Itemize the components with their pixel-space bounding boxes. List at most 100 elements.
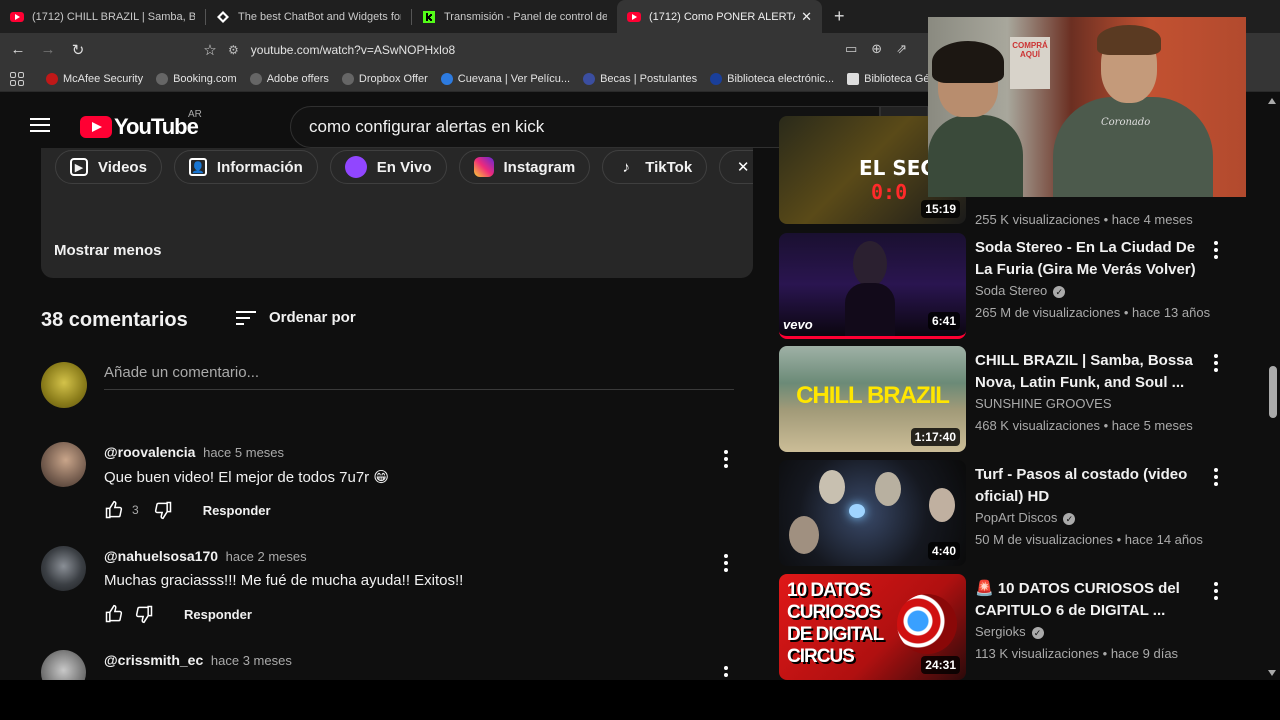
more-options-icon[interactable] [1214,354,1218,372]
more-options-icon[interactable] [1214,582,1218,600]
comment-date[interactable]: hace 3 meses [211,653,292,668]
browser-tab-1[interactable]: (1712) CHILL BRAZIL | Samba, Bossa Nova [0,0,205,33]
thumbnail-face [819,470,845,504]
more-options-icon[interactable] [1214,241,1218,259]
like-icon[interactable] [104,500,124,520]
search-query: como configurar alertas en kick [309,117,545,136]
recommended-video[interactable]: 4:40 Turf - Pasos al costado (video ofic… [779,460,1239,566]
video-stats: 468 K visualizaciones • hace 5 meses [975,418,1193,433]
back-icon[interactable]: ← [6,41,30,58]
channel-name[interactable]: PopArt Discos ✓ [975,510,1076,525]
recommended-video[interactable]: vevo 6:41 Soda Stereo - En La Ciudad De … [779,233,1239,339]
thumbnail-character [897,594,957,654]
show-less-button[interactable]: Mostrar menos [54,242,162,259]
thumbnail-text: 10 DATOS CURIOSOS DE DIGITAL CIRCUS [787,580,884,667]
bookmark-item[interactable]: Adobe offers [249,72,329,85]
bookmark-item[interactable]: Cuevana | Ver Pelícu... [440,72,570,85]
more-options-icon[interactable] [1214,468,1218,486]
globe-icon [156,72,169,85]
new-tab-icon[interactable]: + [834,6,845,27]
like-icon[interactable] [104,604,124,624]
avatar[interactable] [41,546,86,591]
video-thumbnail[interactable]: CHILL BRAZIL 1:17:40 [779,346,966,452]
video-title[interactable]: CHILL BRAZIL | Samba, Bossa Nova, Latin … [975,350,1201,394]
info-chip[interactable]: 👤 Información [173,150,318,184]
video-title[interactable]: Turf - Pasos al costado (video oficial) … [975,464,1201,508]
live-chip[interactable]: En Vivo [329,150,447,184]
omnibox-actions: ▭ ⊕ ⇗ [845,41,907,57]
bookmark-item[interactable]: Dropbox Offer [341,72,428,85]
channel-name[interactable]: Sergioks ✓ [975,624,1044,639]
video-title[interactable]: 🚨 10 DATOS CURIOSOS del CAPITULO 6 de DI… [975,578,1201,622]
avatar[interactable] [41,442,86,487]
close-tab-icon[interactable]: ✕ [801,9,812,25]
share-icon[interactable]: ⇗ [896,41,907,57]
thumbnail-figure [853,241,887,287]
dislike-icon[interactable] [134,604,154,624]
bookmark-item[interactable]: Becas | Postulantes [583,72,697,85]
video-thumbnail[interactable]: 4:40 [779,460,966,566]
reload-icon[interactable]: ↻ [66,41,90,59]
browser-tab-3[interactable]: Transmisión - Panel de control de Kick [412,0,617,33]
comment-author[interactable]: @crissmith_ec [104,652,203,668]
vevo-logo: vevo [783,317,813,332]
zoom-icon[interactable]: ⊕ [871,41,882,57]
recommended-video[interactable]: CHILL BRAZIL 1:17:40 CHILL BRAZIL | Samb… [779,346,1239,452]
thumbnail-glow [849,504,865,518]
verified-icon: ✓ [1053,285,1066,298]
scroll-down-arrow-icon[interactable] [1268,670,1276,676]
x-chip[interactable]: ✕ [719,150,753,184]
url-field[interactable]: ⚙ youtube.com/watch?v=ASwNOPHxlo8 [190,37,935,62]
apps-grid-icon[interactable] [10,71,24,86]
more-options-icon[interactable] [724,450,728,468]
sort-button[interactable]: Ordenar por [236,309,356,326]
tiktok-icon: ♪ [622,158,630,176]
like-count: 3 [132,503,139,517]
bookmark-item[interactable]: McAfee Security [46,72,143,85]
menu-icon[interactable] [30,118,50,132]
thumbnail-timer: 0:0 [871,180,908,204]
cast-icon[interactable]: ▭ [845,41,857,57]
channel-name[interactable]: SUNSHINE GROOVES [975,396,1112,411]
channel-links: ▶ Videos 👤 Información En Vivo Instagram… [55,150,753,184]
forward-icon[interactable]: → [36,41,60,58]
comment-header: @roovalencia hace 5 meses [104,444,284,460]
comment-date[interactable]: hace 2 meses [226,549,307,564]
browser-tab-2[interactable]: The best ChatBot and Widgets for Kick [206,0,411,33]
reply-button[interactable]: Responder [203,503,271,518]
tab-title: Transmisión - Panel de control de Kick [444,10,607,23]
more-options-icon[interactable] [724,666,728,680]
bookmark-item[interactable]: Biblioteca electrónic... [710,72,834,85]
x-icon: ✕ [736,159,750,176]
instagram-icon [473,157,494,177]
video-stats: 113 K visualizaciones • hace 9 días [975,646,1179,661]
channel-name[interactable]: Soda Stereo ✓ [975,283,1066,298]
tiktok-chip[interactable]: ♪ TikTok [602,150,708,184]
video-icon: ▶ [70,158,88,176]
browser-tab-4-active[interactable]: (1712) Como PONER ALERTAS de ✕ [617,0,822,33]
shirt-text: Coronado [1101,117,1151,128]
reply-button[interactable]: Responder [184,607,252,622]
comment-author[interactable]: @roovalencia [104,444,195,460]
botrix-icon [216,10,230,24]
youtube-logo[interactable]: YouTube AR [80,109,202,140]
scroll-up-arrow-icon[interactable] [1268,98,1276,104]
more-options-icon[interactable] [724,554,728,572]
videos-chip[interactable]: ▶ Videos [55,150,162,184]
avatar[interactable] [41,650,86,680]
comment-header: @crissmith_ec hace 3 meses [104,652,292,668]
dislike-icon[interactable] [153,500,173,520]
tab-title: (1712) Como PONER ALERTAS de [649,10,795,23]
video-thumbnail[interactable]: vevo 6:41 [779,233,966,339]
video-thumbnail[interactable]: 10 DATOS CURIOSOS DE DIGITAL CIRCUS 24:3… [779,574,966,680]
site-info-icon[interactable]: ⚙ [228,43,239,57]
recommended-video[interactable]: 10 DATOS CURIOSOS DE DIGITAL CIRCUS 24:3… [779,574,1239,680]
scrollbar-thumb[interactable] [1269,366,1277,418]
instagram-chip[interactable]: Instagram [458,150,591,184]
bookmark-item[interactable]: Booking.com [156,72,237,85]
comment-date[interactable]: hace 5 meses [203,445,284,460]
avatar[interactable] [41,362,87,408]
comment-author[interactable]: @nahuelsosa170 [104,548,218,564]
video-title[interactable]: Soda Stereo - En La Ciudad De La Furia (… [975,237,1201,281]
add-comment-input[interactable]: Añade un comentario... [104,364,734,390]
